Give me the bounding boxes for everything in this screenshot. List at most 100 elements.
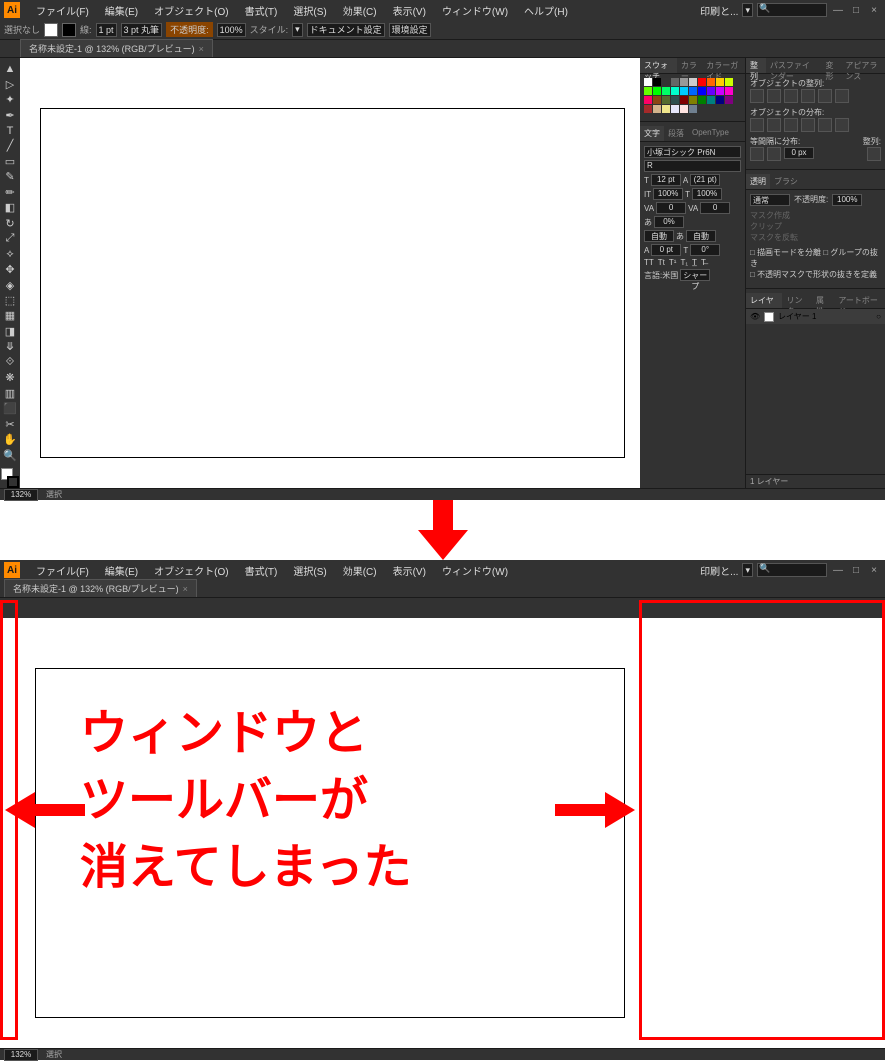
menu-help[interactable]: ヘルプ(H) xyxy=(516,3,576,18)
menu-select[interactable]: 選択(S) xyxy=(285,563,334,578)
antialias-dropdown[interactable]: シャープ xyxy=(680,269,710,281)
scale-tool[interactable]: ⤢ xyxy=(2,232,18,245)
swatch-color[interactable] xyxy=(662,87,670,95)
swatch-color[interactable] xyxy=(689,105,697,113)
tab-transform[interactable]: 変形 xyxy=(822,58,842,73)
artboard[interactable] xyxy=(40,108,625,458)
style-dropdown[interactable]: ▾ xyxy=(292,23,303,37)
swatch-color[interactable] xyxy=(716,78,724,86)
dist-vspace-icon[interactable] xyxy=(750,147,764,161)
baseline-input[interactable]: 0 pt xyxy=(651,244,681,256)
maximize-icon[interactable]: □ xyxy=(849,563,863,577)
swatch-color[interactable] xyxy=(644,87,652,95)
paintbrush-tool[interactable]: ✎ xyxy=(2,170,18,183)
menu-object[interactable]: オブジェクト(O) xyxy=(146,563,236,578)
brush-dropdown[interactable]: 3 pt 丸筆 xyxy=(121,23,163,37)
zoom-level[interactable]: 132% xyxy=(4,489,38,501)
swatch-color[interactable] xyxy=(707,96,715,104)
minimize-icon[interactable]: — xyxy=(831,563,845,577)
auto2-dropdown[interactable]: 自動 xyxy=(686,230,716,242)
symbol-sprayer-tool[interactable]: ❋ xyxy=(2,371,18,384)
artboard-tool[interactable]: ⬛ xyxy=(2,402,18,415)
swatch-color[interactable] xyxy=(662,96,670,104)
tab-appearance[interactable]: アピアランス xyxy=(841,58,885,73)
aki-input[interactable]: 0% xyxy=(654,216,684,228)
width-tool[interactable]: ⟡ xyxy=(2,247,18,260)
strikethrough-icon[interactable]: T̶ xyxy=(701,258,706,267)
canvas-area[interactable] xyxy=(20,58,640,488)
swatch-color[interactable] xyxy=(689,87,697,95)
swatch-color[interactable] xyxy=(671,96,679,104)
pen-tool[interactable]: ✒ xyxy=(2,108,18,121)
align-to-dropdown[interactable] xyxy=(867,147,881,161)
menu-object[interactable]: オブジェクト(O) xyxy=(146,3,236,18)
swatch-color[interactable] xyxy=(725,87,733,95)
fill-swatch[interactable] xyxy=(44,23,58,37)
magic-wand-tool[interactable]: ✦ xyxy=(2,93,18,106)
perspective-tool[interactable]: ⬚ xyxy=(2,294,18,307)
menu-window[interactable]: ウィンドウ(W) xyxy=(434,563,516,578)
opacity-input2[interactable]: 100% xyxy=(832,194,862,206)
layer-visibility-icon[interactable]: 👁 xyxy=(750,312,760,322)
pencil-tool[interactable]: ✏ xyxy=(2,186,18,199)
swatch-color[interactable] xyxy=(680,78,688,86)
tab-colorguide[interactable]: カラーガイド xyxy=(702,58,745,73)
free-transform-tool[interactable]: ✥ xyxy=(2,263,18,276)
graph-tool[interactable]: ▥ xyxy=(2,387,18,400)
search-input[interactable] xyxy=(757,563,827,577)
menu-file[interactable]: ファイル(F) xyxy=(28,563,97,578)
eraser-tool[interactable]: ◧ xyxy=(2,201,18,214)
dist-top-icon[interactable] xyxy=(750,118,764,132)
menu-file[interactable]: ファイル(F) xyxy=(28,3,97,18)
swatch-color[interactable] xyxy=(671,105,679,113)
tracking-input[interactable]: 0 xyxy=(700,202,730,214)
menu-type[interactable]: 書式(T) xyxy=(237,563,286,578)
swatch-color[interactable] xyxy=(716,87,724,95)
close-icon[interactable]: × xyxy=(867,563,881,577)
blend-mode-dropdown[interactable]: 通常 xyxy=(750,194,790,206)
superscript-icon[interactable]: T¹ xyxy=(669,258,677,267)
swatch-color[interactable] xyxy=(662,78,670,86)
tab-paragraph[interactable]: 段落 xyxy=(664,126,688,141)
align-hcenter-icon[interactable] xyxy=(767,89,781,103)
swatch-color[interactable] xyxy=(644,96,652,104)
tab-swatches[interactable]: スウォッチ xyxy=(640,58,677,73)
swatch-color[interactable] xyxy=(653,78,661,86)
tab-links[interactable]: リンク xyxy=(782,293,812,308)
swatch-color[interactable] xyxy=(680,96,688,104)
swatch-color[interactable] xyxy=(671,78,679,86)
tt-smallcaps-icon[interactable]: Tt xyxy=(658,258,665,267)
tab-attributes[interactable]: 属性 xyxy=(812,293,834,308)
hscale-input[interactable]: 100% xyxy=(692,188,722,200)
hand-tool[interactable]: ✋ xyxy=(2,433,18,446)
stroke-swatch[interactable] xyxy=(62,23,76,37)
swatch-color[interactable] xyxy=(671,87,679,95)
leading-input[interactable]: (21 pt) xyxy=(690,174,720,186)
opacity-input[interactable]: 100% xyxy=(217,23,246,37)
align-bottom-icon[interactable] xyxy=(835,89,849,103)
menu-view[interactable]: 表示(V) xyxy=(385,3,434,18)
swatch-color[interactable] xyxy=(680,105,688,113)
menu-view[interactable]: 表示(V) xyxy=(385,563,434,578)
isolate-blending-checkbox[interactable]: □ xyxy=(750,248,757,257)
zoom-level[interactable]: 132% xyxy=(4,1049,38,1061)
tab-close-icon[interactable]: × xyxy=(183,584,188,594)
menu-edit[interactable]: 編集(E) xyxy=(97,563,146,578)
tt-caps-icon[interactable]: TT xyxy=(644,258,654,267)
tab-pathfinder[interactable]: パスファインダー xyxy=(766,58,822,73)
selection-tool[interactable]: ▲ xyxy=(2,62,18,75)
font-size-input[interactable]: 12 pt xyxy=(651,174,681,186)
eyedropper-tool[interactable]: ⤋ xyxy=(2,340,18,353)
maximize-icon[interactable]: □ xyxy=(849,3,863,17)
align-vcenter-icon[interactable] xyxy=(818,89,832,103)
dist-left-icon[interactable] xyxy=(801,118,815,132)
menu-effect[interactable]: 効果(C) xyxy=(335,3,385,18)
subscript-icon[interactable]: T₁ xyxy=(680,258,688,267)
tab-opentype[interactable]: OpenType xyxy=(688,126,733,141)
make-mask-button[interactable]: マスク作成 xyxy=(750,210,881,221)
swatch-color[interactable] xyxy=(653,96,661,104)
tab-color[interactable]: カラー xyxy=(677,58,702,73)
layer-target-icon[interactable]: ○ xyxy=(876,312,881,321)
auto-dropdown[interactable]: 自動 xyxy=(644,230,674,242)
fill-stroke-indicator[interactable] xyxy=(1,468,19,488)
